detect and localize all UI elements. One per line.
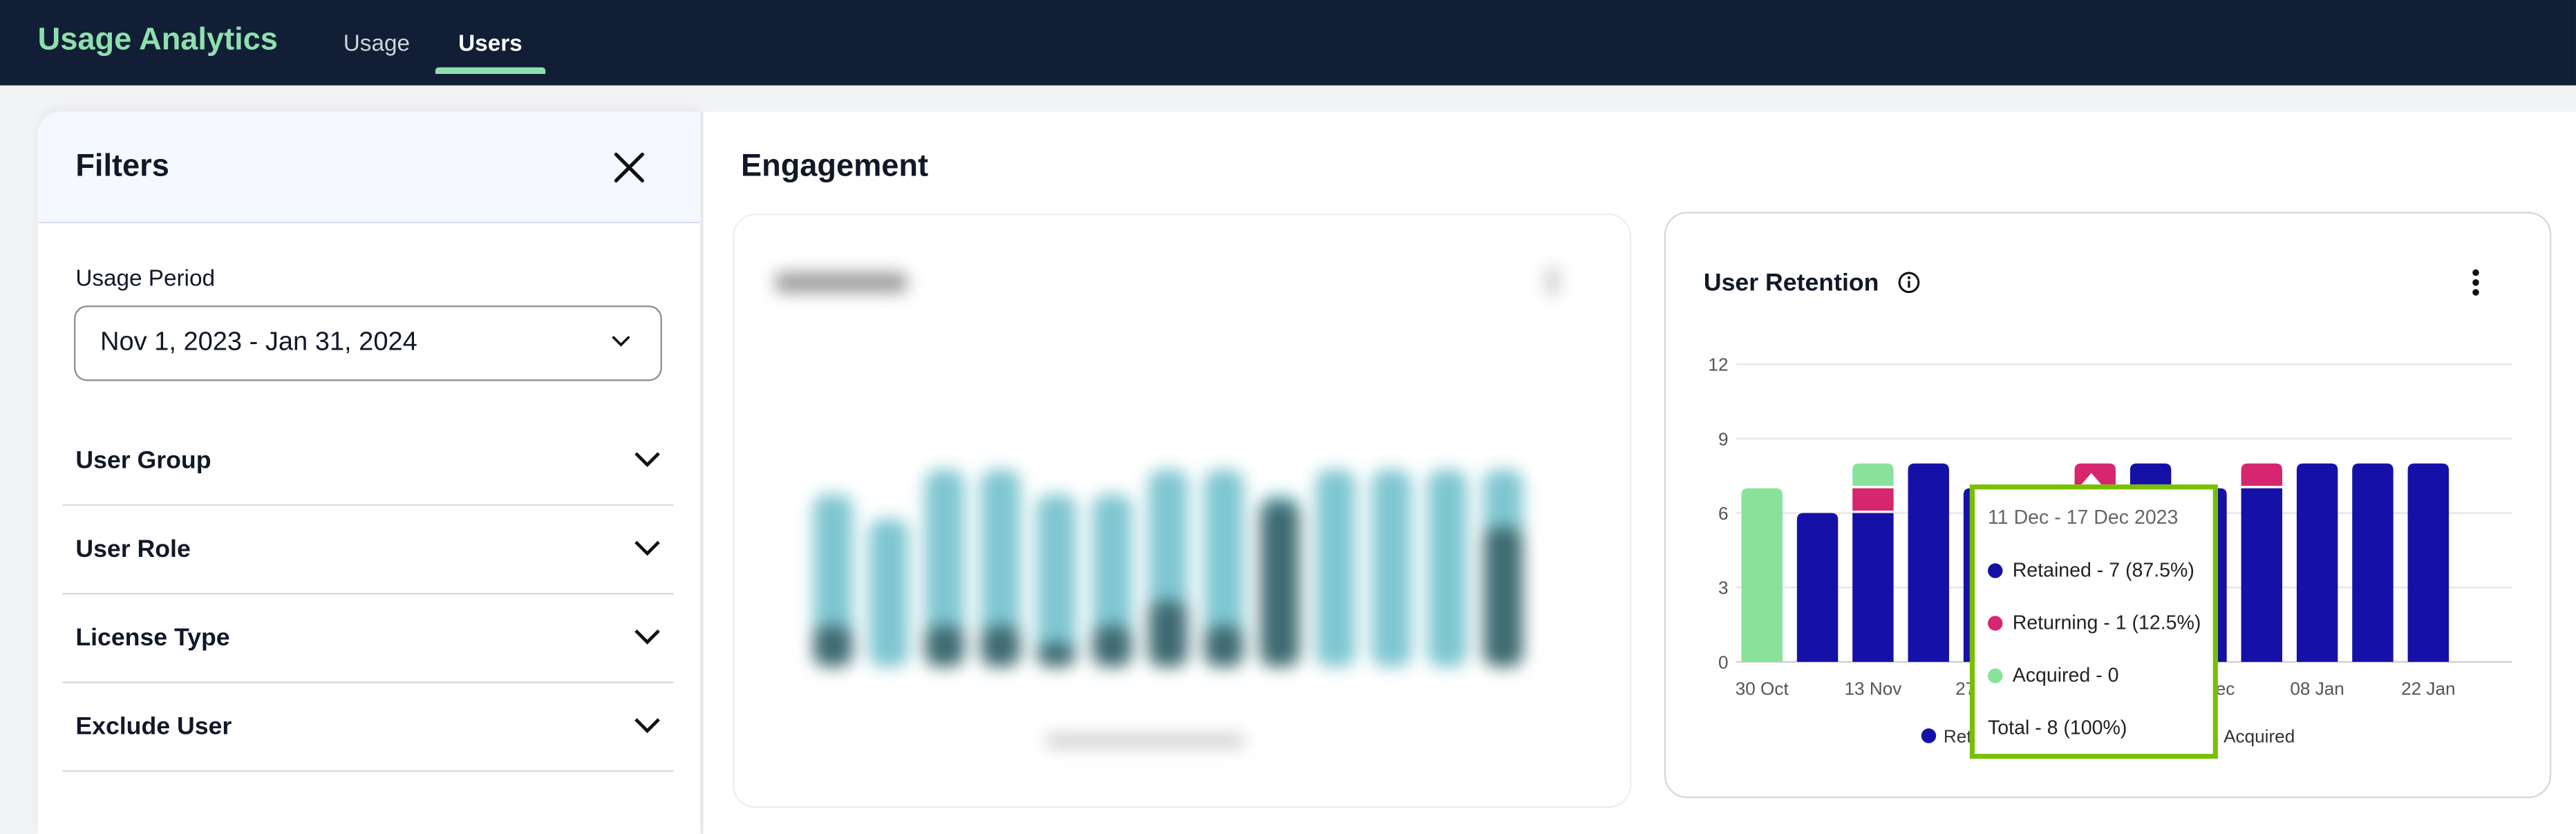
blurred-bar	[1260, 502, 1300, 667]
accordion-label: User Group	[75, 446, 211, 475]
blurred-bar	[981, 625, 1021, 667]
usage-period-value: Nov 1, 2023 - Jan 31, 2024	[100, 328, 417, 357]
tooltip-retained: Retained - 7 (87.5%)	[1988, 558, 2194, 581]
chevron-down-icon	[634, 629, 660, 645]
tooltip-acquired: Acquired - 0	[1988, 663, 2118, 687]
y-tick-label: 3	[1718, 578, 1729, 598]
close-icon[interactable]	[610, 148, 649, 187]
accordion-user-group[interactable]: User Group	[62, 417, 674, 506]
x-tick-label: 22 Jan	[2401, 678, 2455, 699]
chart-tooltip: 11 Dec - 17 Dec 2023 Retained - 7 (87.5%…	[1969, 484, 2218, 759]
bar-retained	[1908, 463, 1949, 662]
section-title: Engagement	[740, 149, 929, 184]
bar-returning	[2241, 463, 2282, 486]
blurred-bar	[813, 625, 853, 667]
app-title: Usage Analytics	[37, 23, 278, 58]
blurred-bar	[1092, 625, 1132, 667]
blurred-bar	[1036, 643, 1076, 667]
blurred-bar	[1315, 469, 1355, 667]
chevron-down-icon	[612, 336, 630, 347]
accordion-user-role[interactable]: User Role	[62, 506, 674, 595]
legend-retained-dot-icon	[1921, 728, 1937, 743]
blurred-bar	[1483, 527, 1523, 667]
blurred-bar	[1204, 625, 1244, 667]
tooltip-arrow	[2081, 473, 2102, 485]
tooltip-total: Total - 8 (100%)	[1988, 716, 2127, 739]
retained-dot-icon	[1988, 563, 2003, 578]
user-retention-card: User Retention 03691230 Oct13 Nov27 Nov1…	[1664, 211, 2552, 799]
accordion-label: User Role	[75, 535, 191, 564]
usage-period-label: Usage Period	[75, 264, 215, 291]
bar-acquired	[1741, 488, 1783, 662]
tooltip-date: 11 Dec - 17 Dec 2023	[1988, 506, 2179, 529]
accordion-license-type[interactable]: License Type	[62, 594, 674, 683]
bar-retained	[1796, 513, 1839, 662]
accordion-label: Exclude User	[75, 712, 232, 741]
returning-dot-icon	[1988, 616, 2003, 631]
y-tick-label: 9	[1718, 428, 1729, 449]
tab-users[interactable]: Users	[458, 30, 523, 56]
accordion-exclude-user[interactable]: Exclude User	[62, 683, 674, 773]
blurred-bar	[1427, 469, 1467, 667]
blurred-legend	[1046, 734, 1244, 748]
usage-period-select[interactable]: Nov 1, 2023 - Jan 31, 2024	[73, 305, 662, 381]
bar-acquired	[1852, 463, 1894, 486]
blurred-bar	[1036, 494, 1076, 667]
filters-panel: Filters Usage Period Nov 1, 2023 - Jan 3…	[37, 111, 700, 834]
tooltip-returning: Returning - 1 (12.5%)	[1988, 611, 2201, 634]
blurred-chart	[775, 267, 1558, 748]
filters-title: Filters	[75, 149, 169, 184]
blurred-bar	[869, 519, 909, 667]
blurred-chart-card	[733, 213, 1632, 808]
blurred-title	[775, 272, 908, 293]
acquired-dot-icon	[1988, 668, 2003, 683]
bar-retained	[2296, 463, 2338, 662]
chevron-down-icon	[634, 540, 660, 556]
bar-retained	[1852, 513, 1894, 662]
blurred-bar	[1371, 469, 1411, 667]
main-panel: Engagement User Retention 0 3 6 9 12 30 Oct 13…	[701, 111, 2576, 834]
blurred-bar	[925, 625, 965, 667]
x-tick-label: 13 Nov	[1845, 678, 1902, 699]
chevron-down-icon	[634, 452, 660, 468]
x-tick-label: 08 Jan	[2290, 678, 2344, 699]
bar-retained	[2407, 463, 2450, 662]
chevron-down-icon	[634, 718, 660, 734]
x-tick-label: 30 Oct	[1736, 678, 1789, 699]
bar-retained	[2352, 463, 2394, 662]
accordion-label: License Type	[75, 624, 230, 652]
tab-usage[interactable]: Usage	[344, 30, 410, 56]
y-tick-label: 6	[1718, 503, 1729, 524]
active-tab-indicator	[435, 67, 546, 74]
y-tick-label: 12	[1708, 354, 1728, 375]
y-tick-label: 0	[1718, 652, 1729, 672]
legend-label: Acquired	[2224, 726, 2295, 746]
bar-returning	[1852, 488, 1894, 511]
blurred-bar	[1148, 600, 1188, 667]
blurred-menu-icon	[1548, 267, 1558, 294]
bar-retained	[2241, 488, 2282, 662]
top-nav: Usage Analytics Usage Users	[0, 0, 2576, 86]
filters-header: Filters	[37, 111, 700, 224]
